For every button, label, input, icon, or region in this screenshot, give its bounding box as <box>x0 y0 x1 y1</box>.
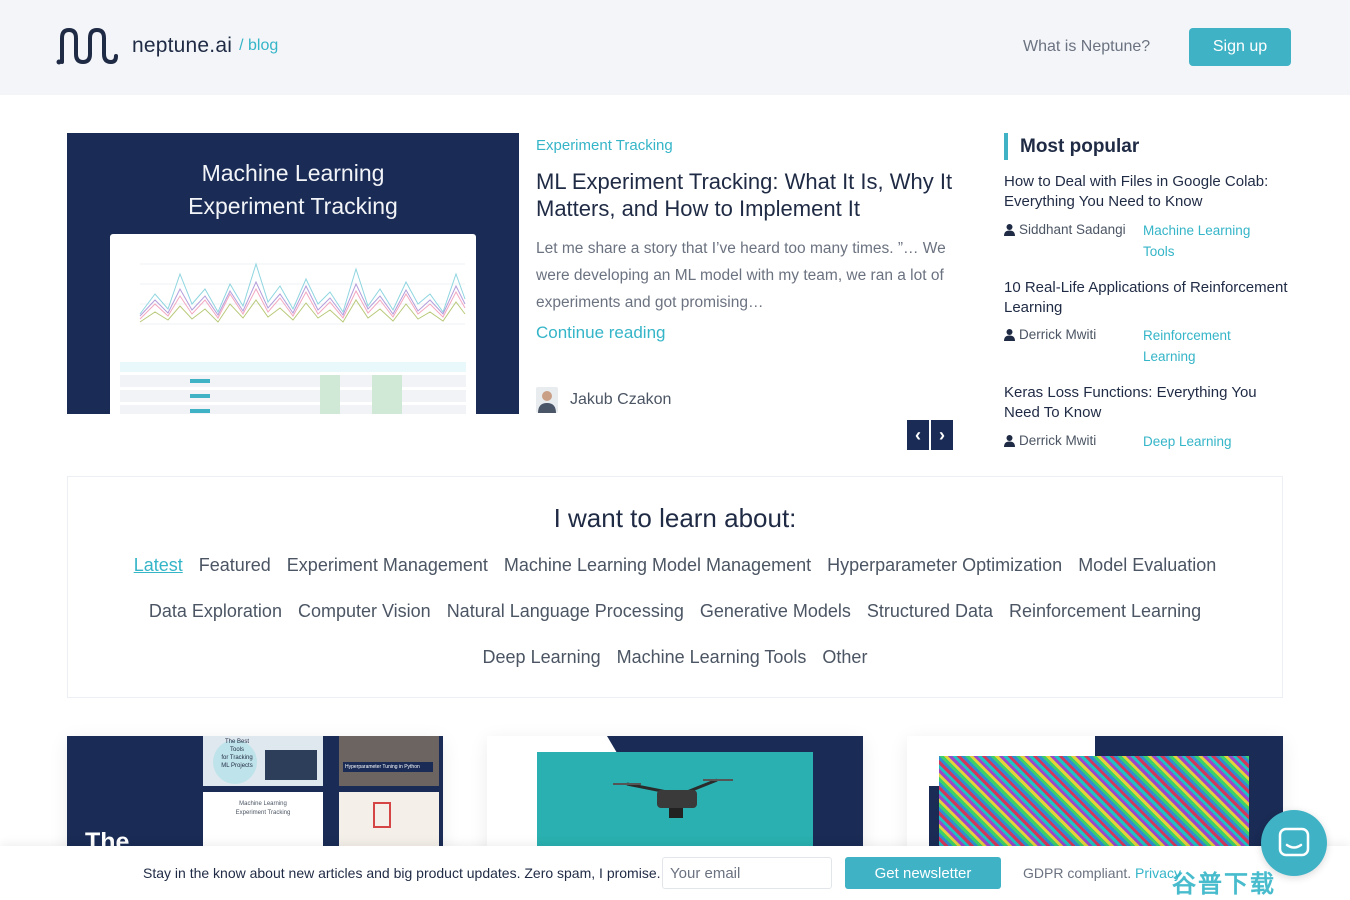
popular-item-author[interactable]: Derrick Mwiti <box>1004 327 1096 342</box>
card-thumbnail: Hyperparameter Tuning in Python <box>339 736 439 786</box>
topic-nlp[interactable]: Natural Language Processing <box>447 601 684 622</box>
featured-image-dashboard <box>110 234 476 414</box>
topic-latest[interactable]: Latest <box>134 555 183 576</box>
email-input[interactable] <box>662 857 832 889</box>
popular-item-title[interactable]: 10 Real-Life Applications of Reinforceme… <box>1004 278 1289 318</box>
thumbnail-caption-line: for Tracking <box>221 755 253 761</box>
card-thumbnail: The Best Tools for Tracking ML Projects <box>203 736 323 786</box>
newsletter-text: Stay in the know about new articles and … <box>143 865 661 881</box>
author-name[interactable]: Jakub Czakon <box>570 391 671 409</box>
featured-excerpt: Let me share a story that I’ve heard too… <box>536 240 946 311</box>
next-arrow-icon[interactable]: › <box>931 420 953 450</box>
popular-item-title[interactable]: How to Deal with Files in Google Colab: … <box>1004 172 1289 212</box>
logo-blog[interactable]: / blog <box>239 37 278 55</box>
carousel-pager: ‹ › <box>907 420 953 450</box>
featured-image-title-line1: Machine Learning <box>201 160 385 186</box>
nav-what-is-neptune[interactable]: What is Neptune? <box>1023 38 1150 56</box>
logo[interactable]: neptune.ai / blog <box>56 26 278 66</box>
topic-structured-data[interactable]: Structured Data <box>867 601 993 622</box>
popular-item-title[interactable]: Keras Loss Functions: Everything You Nee… <box>1004 383 1289 423</box>
topic-generative-models[interactable]: Generative Models <box>700 601 851 622</box>
thumbnail-screen <box>265 750 317 780</box>
neptune-logo-icon <box>56 27 118 65</box>
topic-experiment-management[interactable]: Experiment Management <box>287 555 488 576</box>
logo-name: neptune.ai <box>132 34 233 57</box>
featured-category[interactable]: Experiment Tracking <box>536 137 673 154</box>
thumbnail-caption-line: Experiment Tracking <box>235 810 291 816</box>
popular-item-tag[interactable]: Machine Learning Tools <box>1143 220 1263 262</box>
user-icon <box>1004 328 1015 341</box>
gdpr-text: GDPR compliant. <box>1023 865 1132 881</box>
topic-model-evaluation[interactable]: Model Evaluation <box>1078 555 1216 576</box>
popular-item-author-name: Siddhant Sadangi <box>1019 222 1126 237</box>
thumbnail-caption-line: ML Projects <box>221 763 253 769</box>
author-avatar <box>536 387 558 413</box>
learn-about-box: I want to learn about: Latest Featured E… <box>67 476 1283 698</box>
topic-ml-tools[interactable]: Machine Learning Tools <box>617 647 807 668</box>
featured-title[interactable]: ML Experiment Tracking: What It Is, Why … <box>536 168 956 222</box>
thumbnail-caption-line: The Best <box>224 739 249 745</box>
topic-hyperparameter-optimization[interactable]: Hyperparameter Optimization <box>827 555 1062 576</box>
featured-image-title: Machine Learning Experiment Tracking <box>67 157 519 223</box>
newsletter-bar: Stay in the know about new articles and … <box>0 846 1350 900</box>
topic-other[interactable]: Other <box>822 647 867 668</box>
featured-image[interactable]: Machine Learning Experiment Tracking <box>67 133 519 414</box>
popular-item-author-name: Derrick Mwiti <box>1019 327 1097 342</box>
topic-ml-model-management[interactable]: Machine Learning Model Management <box>504 555 811 576</box>
user-icon <box>1004 434 1015 447</box>
continue-reading-link[interactable]: Continue reading <box>536 323 665 343</box>
featured-image-title-line2: Experiment Tracking <box>188 193 398 219</box>
thumbnail-caption: The Best Tools for Tracking ML Projects <box>217 738 257 770</box>
header: neptune.ai / blog What is Neptune? Sign … <box>0 0 1350 95</box>
most-popular-heading: Most popular <box>1004 133 1139 160</box>
topic-featured[interactable]: Featured <box>199 555 271 576</box>
topic-deep-learning[interactable]: Deep Learning <box>483 647 601 668</box>
thumbnail-box <box>373 802 391 828</box>
thumbnail-caption-line: Machine Learning <box>239 801 287 807</box>
topic-data-exploration[interactable]: Data Exploration <box>149 601 282 622</box>
chat-icon <box>1278 827 1310 857</box>
learn-about-title: I want to learn about: <box>553 503 797 533</box>
topic-row: Data Exploration Computer Vision Natural… <box>68 601 1282 622</box>
thumbnail-caption: Hyperparameter Tuning in Python <box>343 762 433 772</box>
thumbnail-caption-line: Tools <box>229 747 244 753</box>
topic-reinforcement-learning[interactable]: Reinforcement Learning <box>1009 601 1201 622</box>
thumbnail-caption: Machine Learning Experiment Tracking <box>203 800 323 818</box>
popular-item-tag[interactable]: Reinforcement Learning <box>1143 325 1243 367</box>
gdpr-note: GDPR compliant. Privacy <box>1023 865 1181 881</box>
watermark-logo: 谷普下载 <box>1172 871 1276 898</box>
popular-item-tag[interactable]: Deep Learning <box>1143 431 1263 452</box>
topic-computer-vision[interactable]: Computer Vision <box>298 601 431 622</box>
popular-item-author[interactable]: Siddhant Sadangi <box>1004 222 1126 237</box>
dashboard-chart-graphic <box>120 262 466 414</box>
topic-row: Deep Learning Machine Learning Tools Oth… <box>68 647 1282 668</box>
topic-row: Latest Featured Experiment Management Ma… <box>68 555 1282 576</box>
popular-item-author-name: Derrick Mwiti <box>1019 433 1097 448</box>
prev-arrow-icon[interactable]: ‹ <box>907 420 929 450</box>
signup-button[interactable]: Sign up <box>1189 28 1291 66</box>
get-newsletter-button[interactable]: Get newsletter <box>845 857 1001 889</box>
popular-item-author[interactable]: Derrick Mwiti <box>1004 433 1096 448</box>
user-icon <box>1004 223 1015 236</box>
